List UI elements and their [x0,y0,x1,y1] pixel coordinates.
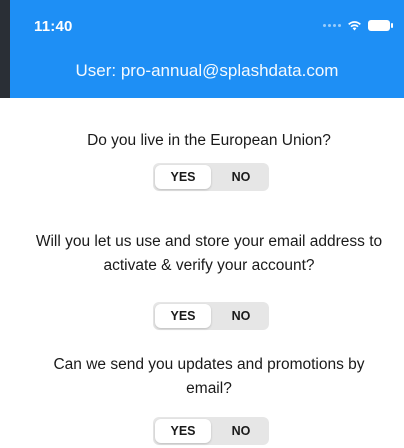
eu-yes-button[interactable]: YES [155,165,211,189]
status-bar: 11:40 [10,0,404,40]
wifi-icon [348,21,361,31]
promotions-yes-no-toggle[interactable]: YES NO [153,417,269,445]
email-storage-no-button[interactable]: NO [213,302,269,330]
question-email-storage: Will you let us use and store your email… [35,233,383,274]
eu-yes-no-toggle[interactable]: YES NO [153,163,269,191]
question-promotions: Can we send you updates and promotions b… [53,356,365,397]
signal-dots-icon [323,24,341,27]
status-time: 11:40 [34,18,73,35]
question-eu: Do you live in the European Union? [87,132,331,149]
promotions-no-button[interactable]: NO [213,417,269,445]
eu-no-button[interactable]: NO [213,163,269,191]
left-edge-strip [0,0,10,98]
email-storage-yes-no-toggle[interactable]: YES NO [153,302,269,330]
promotions-yes-button[interactable]: YES [155,419,211,443]
email-storage-yes-button[interactable]: YES [155,304,211,328]
user-email-label: User: pro-annual@splashdata.com [75,61,339,80]
battery-icon [368,20,393,31]
status-icons [323,20,393,31]
header-bar: 11:40 User: pro-annual@splashdata.com [10,0,404,98]
